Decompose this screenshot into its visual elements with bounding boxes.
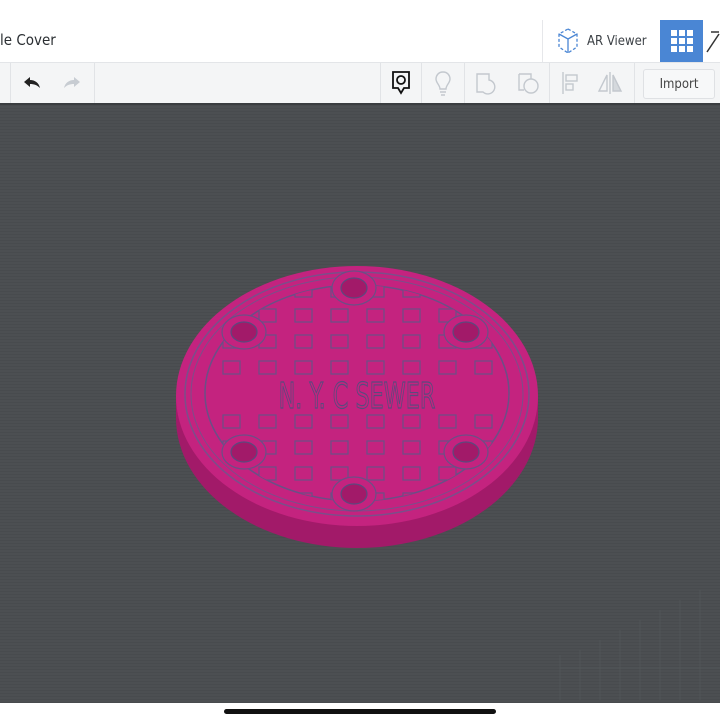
grate-square	[366, 360, 385, 375]
grate-square	[294, 440, 313, 455]
grate-square	[222, 360, 241, 375]
ar-viewer-label: AR Viewer	[587, 33, 647, 49]
bolt-hole	[340, 277, 368, 299]
shape-icon	[476, 73, 496, 95]
grate-square	[402, 360, 421, 375]
ar-cube-icon	[558, 28, 578, 54]
notes-button[interactable]	[385, 63, 417, 103]
grate-square	[258, 308, 277, 323]
design-title[interactable]: le Cover	[0, 31, 56, 49]
home-indicator[interactable]	[224, 709, 496, 714]
grate-square	[294, 334, 313, 349]
divider	[421, 63, 422, 103]
mirror-icon	[597, 72, 623, 94]
divider	[94, 63, 95, 103]
ar-viewer-button[interactable]: AR Viewer	[542, 20, 660, 62]
grate-square	[294, 308, 313, 323]
toolbar: Import	[0, 63, 720, 105]
light-bulb-icon	[435, 71, 451, 96]
light-bulb-button[interactable]	[428, 63, 458, 103]
grate-square	[366, 308, 385, 323]
group-button[interactable]	[512, 63, 544, 103]
grid-icon	[670, 30, 693, 52]
grate-square	[402, 308, 421, 323]
notes-icon	[392, 71, 410, 95]
align-button[interactable]	[555, 63, 585, 103]
grate-square	[438, 414, 457, 429]
grate-square	[474, 414, 493, 429]
grate-square	[294, 360, 313, 375]
grid-view-button[interactable]	[660, 20, 703, 62]
grate-square	[258, 360, 277, 375]
bottom-bar	[0, 703, 720, 720]
bolt-hole	[340, 483, 368, 505]
3d-viewport[interactable]: N. Y. C SEWER	[0, 105, 720, 703]
grate-square	[330, 308, 349, 323]
grate-square	[258, 414, 277, 429]
grate-square	[330, 334, 349, 349]
bolt-hole	[452, 321, 480, 343]
grate-square	[438, 360, 457, 375]
grate-square	[330, 360, 349, 375]
grate-square	[402, 334, 421, 349]
divider	[380, 63, 381, 103]
divider	[549, 63, 550, 103]
divider	[464, 63, 465, 103]
undo-icon	[24, 77, 40, 88]
undo-button[interactable]	[18, 63, 46, 103]
redo-button[interactable]	[58, 63, 86, 103]
grate-square	[294, 466, 313, 481]
redo-icon	[64, 77, 80, 88]
shape-button[interactable]	[470, 63, 502, 103]
group-icon	[518, 73, 539, 94]
manhole-cover-model[interactable]: N. Y. C SEWER	[0, 105, 720, 703]
workplane-grid	[559, 590, 720, 700]
bolt-hole	[230, 441, 258, 463]
align-icon	[562, 72, 578, 94]
title-bar: le Cover AR Viewer	[0, 20, 720, 63]
grate-square	[366, 440, 385, 455]
mirror-button[interactable]	[594, 63, 626, 103]
divider	[634, 63, 635, 103]
bolt-hole	[452, 441, 480, 463]
status-bar	[0, 0, 720, 20]
grate-square	[474, 285, 493, 298]
divider	[10, 63, 11, 103]
pencil-ruler-icon	[706, 31, 720, 53]
emboss-text: N. Y. C SEWER	[279, 376, 436, 418]
grate-square	[366, 466, 385, 481]
grate-square	[222, 285, 241, 298]
edit-button[interactable]	[705, 20, 720, 62]
grate-square	[474, 360, 493, 375]
grate-square	[330, 440, 349, 455]
grate-square	[222, 414, 241, 429]
grate-square	[366, 334, 385, 349]
bolt-hole	[230, 321, 258, 343]
grate-square	[402, 440, 421, 455]
grate-square	[402, 466, 421, 481]
import-button[interactable]: Import	[643, 69, 715, 99]
